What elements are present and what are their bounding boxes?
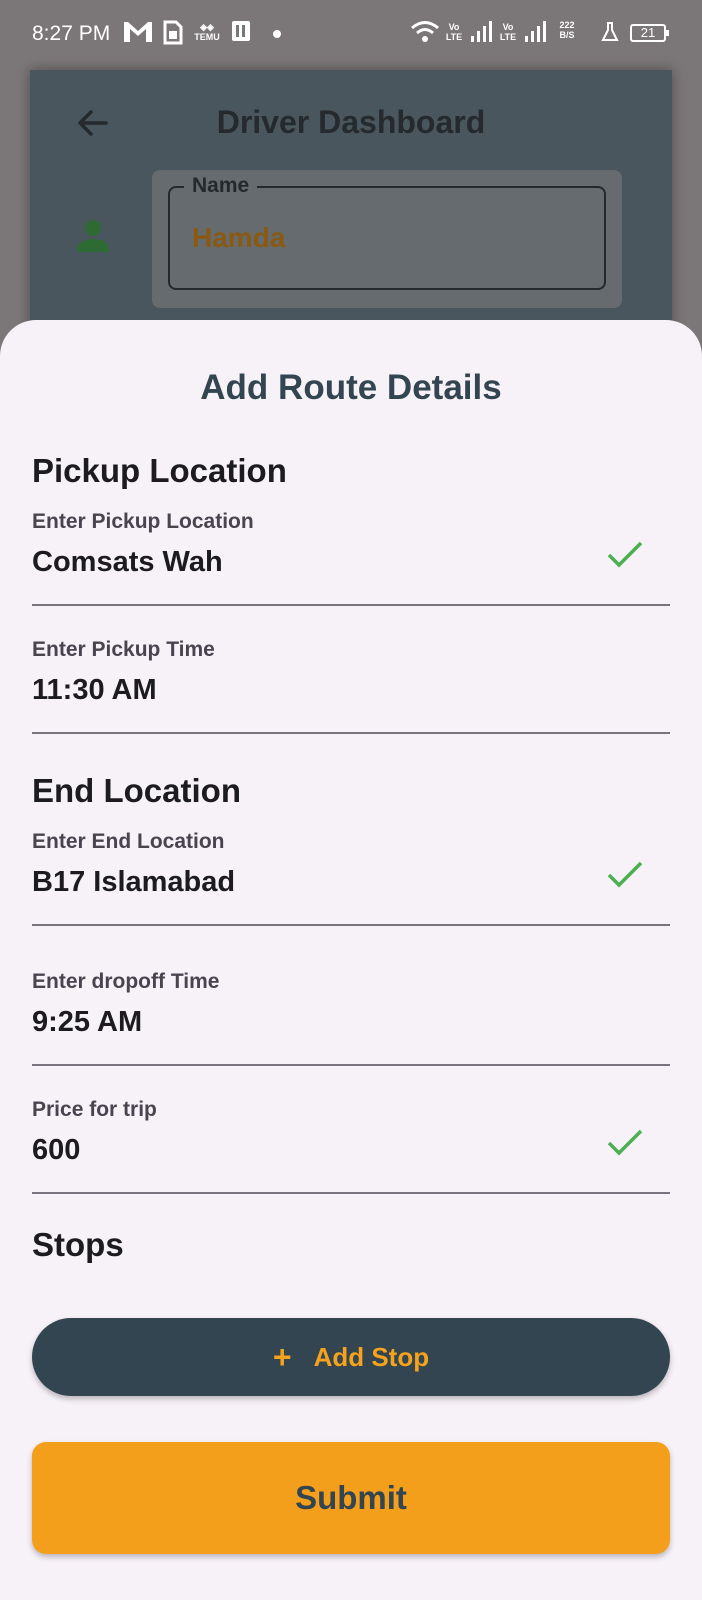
gmail-icon <box>124 22 152 42</box>
plus-icon: + <box>272 1339 292 1375</box>
end-location-value: B17 Islamabad <box>32 866 236 898</box>
price-value: 600 <box>32 1134 81 1166</box>
add-stop-button[interactable]: + Add Stop <box>32 1318 670 1396</box>
pickup-time-label: Enter Pickup Time <box>32 638 215 661</box>
end-heading: End Location <box>32 772 241 809</box>
end-location-label: Enter End Location <box>32 830 225 853</box>
price-label: Price for trip <box>32 1098 157 1121</box>
name-field[interactable]: Name Hamda <box>168 174 606 290</box>
person-icon <box>77 220 109 252</box>
vo-label: Vo <box>448 22 460 32</box>
network-speed-value: 222 <box>559 20 575 30</box>
dot-icon <box>273 30 281 38</box>
lte-label: LTE <box>445 32 463 42</box>
name-field-container: Name Hamda <box>152 170 622 308</box>
submit-label: Submit <box>295 1479 407 1516</box>
vo-label: Vo <box>502 22 514 32</box>
status-bar: 8:27 PM ◈◈ TEMU Vo LTE Vo LTE 222 B/S 21 <box>0 0 702 70</box>
end-location-field[interactable]: Enter End Location B17 Islamabad <box>32 830 670 926</box>
lte-label: LTE <box>499 32 517 42</box>
sheet-title: Add Route Details <box>200 368 502 407</box>
check-icon <box>607 541 643 568</box>
add-stop-label: Add Stop <box>313 1341 430 1372</box>
name-label: Name <box>184 174 258 198</box>
temu-icon: ◈◈ TEMU <box>194 22 220 42</box>
dropoff-time-field[interactable]: Enter dropoff Time 9:25 AM <box>32 970 670 1066</box>
pickup-location-field[interactable]: Enter Pickup Location Comsats Wah <box>32 510 670 606</box>
wifi-icon <box>411 21 439 42</box>
submit-button[interactable]: Submit <box>32 1442 670 1554</box>
add-route-sheet: Add Route Details Pickup Location Enter … <box>0 320 702 1600</box>
status-time: 8:27 PM <box>32 22 111 45</box>
check-icon <box>607 861 643 888</box>
pickup-heading: Pickup Location <box>32 452 287 489</box>
price-field[interactable]: Price for trip 600 <box>32 1098 670 1194</box>
dropoff-time-label: Enter dropoff Time <box>32 970 220 993</box>
sim-icon <box>163 20 183 45</box>
stops-heading: Stops <box>32 1226 124 1263</box>
network-speed-unit: B/S <box>559 30 575 40</box>
pickup-time-field[interactable]: Enter Pickup Time 11:30 AM <box>32 638 670 734</box>
volte-1: Vo LTE <box>444 22 464 42</box>
pickup-location-value: Comsats Wah <box>32 546 223 578</box>
lab-icon <box>601 22 619 41</box>
battery-level: 21 <box>640 25 656 40</box>
app-icon <box>232 21 250 41</box>
check-icon <box>607 1129 643 1156</box>
volte-2: Vo LTE <box>498 22 518 42</box>
network-speed: 222 B/S <box>554 20 580 40</box>
battery-icon: 21 <box>630 24 669 42</box>
pickup-time-value: 11:30 AM <box>32 674 157 706</box>
temu-label: TEMU <box>194 32 220 42</box>
signal-icon <box>471 21 492 42</box>
pickup-location-label: Enter Pickup Location <box>32 510 254 533</box>
name-value: Hamda <box>192 222 286 253</box>
signal-icon <box>525 21 546 42</box>
page-title: Driver Dashboard <box>216 104 486 140</box>
dropoff-time-value: 9:25 AM <box>32 1006 143 1038</box>
